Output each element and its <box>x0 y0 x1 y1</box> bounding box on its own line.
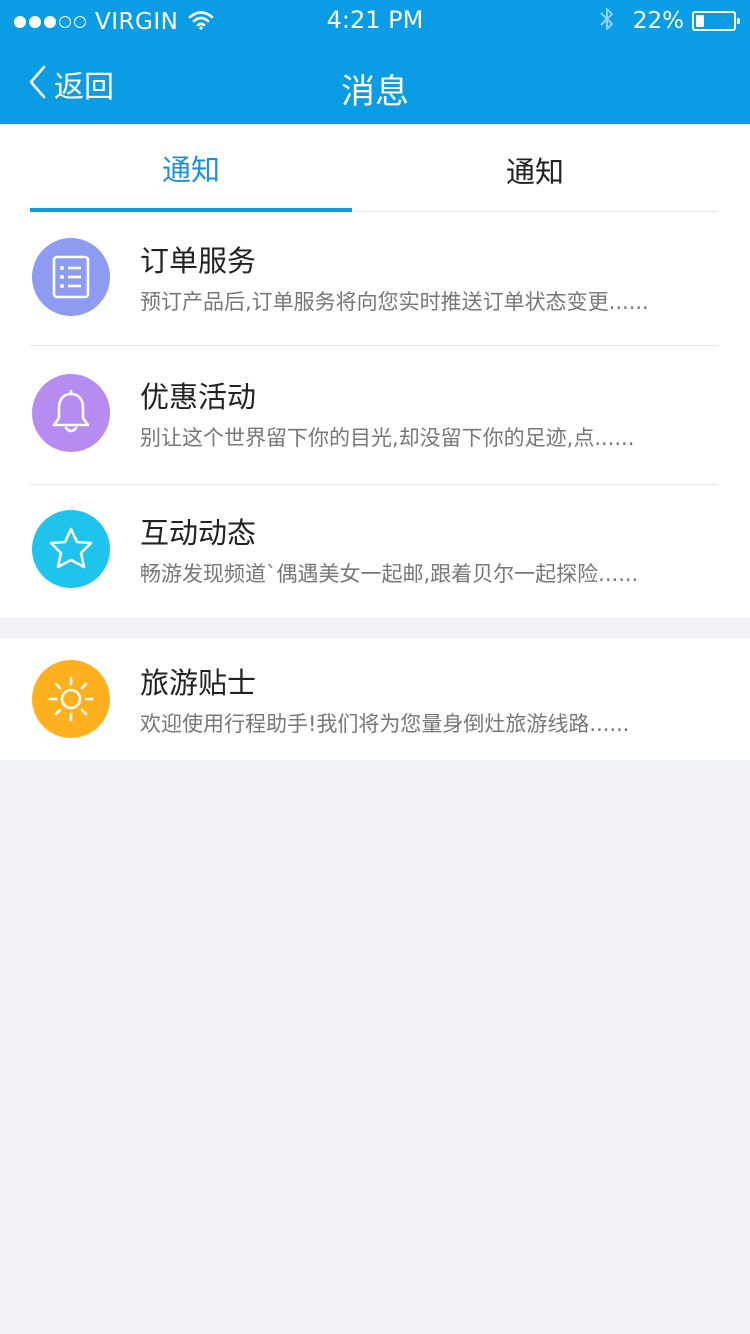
bluetooth-icon <box>599 6 615 36</box>
item-title: 订单服务 <box>140 244 257 278</box>
status-right: 22% <box>599 6 740 36</box>
sun-icon <box>32 660 110 738</box>
item-title: 互动动态 <box>140 516 257 550</box>
tab-notifications-active[interactable]: 通知 <box>30 124 352 212</box>
battery-fill <box>696 15 704 27</box>
header: VIRGIN 4:21 PM 22% 返回 消息 <box>0 0 750 124</box>
tab-notifications-second[interactable]: 通知 <box>374 124 696 212</box>
tab-bar: 通知 通知 <box>30 124 718 212</box>
nav-bar: 返回 消息 <box>0 44 750 124</box>
list-item-travel-tips[interactable]: 旅游贴士 欢迎使用行程助手!我们将为您量身倒灶旅游线路...... <box>30 638 718 760</box>
item-title: 优惠活动 <box>140 380 257 414</box>
app-root: VIRGIN 4:21 PM 22% 返回 消息 通知 通知 订单服务 预订产品… <box>0 0 750 1334</box>
tips-card: 旅游贴士 欢迎使用行程助手!我们将为您量身倒灶旅游线路...... <box>0 638 750 760</box>
item-description: 畅游发现频道`偶遇美女一起邮,跟着贝尔一起探险...... <box>140 562 639 586</box>
status-bar: VIRGIN 4:21 PM 22% <box>0 0 750 44</box>
star-icon <box>32 510 110 588</box>
list-item-interactions[interactable]: 互动动态 畅游发现频道`偶遇美女一起邮,跟着贝尔一起探险...... <box>30 484 718 620</box>
list-item-order-service[interactable]: 订单服务 预订产品后,订单服务将向您实时推送订单状态变更...... <box>30 212 718 348</box>
messages-card: 通知 通知 订单服务 预订产品后,订单服务将向您实时推送订单状态变更...... <box>0 124 750 618</box>
page-title: 消息 <box>341 72 409 112</box>
battery-icon <box>692 11 740 31</box>
bell-icon <box>32 374 110 452</box>
item-description: 预订产品后,订单服务将向您实时推送订单状态变更...... <box>140 290 649 314</box>
order-list-icon <box>32 238 110 316</box>
divider <box>30 345 718 346</box>
battery-percent: 22% <box>632 8 684 34</box>
item-title: 旅游贴士 <box>140 666 257 700</box>
list-item-promotions[interactable]: 优惠活动 别让这个世界留下你的目光,却没留下你的足迹,点...... <box>30 348 718 484</box>
item-description: 别让这个世界留下你的目光,却没留下你的足迹,点...... <box>140 426 635 450</box>
item-description: 欢迎使用行程助手!我们将为您量身倒灶旅游线路...... <box>140 712 630 736</box>
